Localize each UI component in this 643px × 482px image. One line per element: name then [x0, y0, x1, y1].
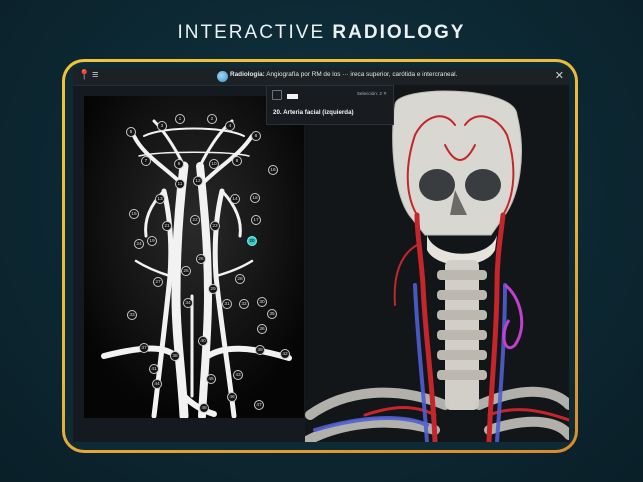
anatomy-model — [305, 85, 569, 442]
app-screen: 📍 ≡ Radiología: Angiografía por RM de lo… — [73, 68, 569, 442]
app-logo-icon — [217, 71, 228, 82]
callout-marker[interactable]: 25 — [181, 266, 191, 276]
callout-marker[interactable]: 24 — [134, 239, 144, 249]
pin-icon[interactable]: 📍 — [78, 70, 90, 81]
anatomy-3d-view[interactable] — [305, 85, 569, 442]
close-icon[interactable]: ✕ — [555, 69, 564, 82]
window-subtitle: Angiografía por RM de los ··· ireca supe… — [266, 71, 458, 78]
callout-marker[interactable]: 34 — [183, 298, 193, 308]
callout-marker[interactable]: 12 — [193, 176, 203, 186]
callout-marker[interactable]: 2 — [207, 114, 217, 124]
callout-marker[interactable]: 22 — [190, 215, 200, 225]
callout-marker[interactable]: 3 — [157, 121, 167, 131]
select-checkbox[interactable] — [272, 90, 282, 100]
callout-marker[interactable]: 44 — [152, 379, 162, 389]
callout-marker[interactable]: 43 — [233, 370, 243, 380]
callout-marker[interactable]: 13 — [155, 194, 165, 204]
callout-marker[interactable]: 28 — [235, 274, 245, 284]
callout-marker[interactable]: 9 — [174, 159, 184, 169]
callout-marker[interactable]: 45 — [206, 374, 216, 384]
callout-marker[interactable]: 23 — [210, 221, 220, 231]
callout-marker[interactable]: 42 — [280, 349, 290, 359]
callout-marker[interactable]: 48 — [199, 403, 209, 413]
callout-marker[interactable]: 10 — [209, 159, 219, 169]
callout-marker[interactable]: 15 — [129, 209, 139, 219]
callout-marker[interactable]: 8 — [232, 156, 242, 166]
selection-popup: Selección: 2 ✕ 20. Arteria facial (izqui… — [266, 85, 394, 125]
callout-marker[interactable]: 39 — [255, 345, 265, 355]
callout-marker[interactable]: 14 — [230, 194, 240, 204]
callout-marker[interactable]: 6 — [251, 131, 261, 141]
callout-marker[interactable]: 35 — [267, 309, 277, 319]
callout-marker[interactable]: 20 — [247, 236, 257, 246]
callout-marker[interactable]: 36 — [257, 324, 267, 334]
structure-name: 20. Arteria facial (izquierda) — [273, 109, 354, 116]
callout-marker[interactable]: 26 — [196, 254, 206, 264]
callout-marker[interactable]: 31 — [222, 299, 232, 309]
callout-marker[interactable]: 27 — [153, 277, 163, 287]
callout-marker[interactable]: 33 — [127, 310, 137, 320]
callout-marker[interactable]: 21 — [162, 221, 172, 231]
callout-marker[interactable]: 46 — [227, 392, 237, 402]
headline: INTERACTIVE RADIOLOGY — [0, 22, 643, 44]
callout-marker[interactable]: 47 — [254, 400, 264, 410]
headline-emphasis: RADIOLOGY — [332, 22, 466, 43]
mra-vessels — [84, 96, 304, 418]
menu-icon[interactable]: ≡ — [92, 69, 98, 81]
title-bar: 📍 ≡ Radiología: Angiografía por RM de lo… — [73, 68, 569, 86]
callout-marker[interactable]: 7 — [141, 156, 151, 166]
callout-marker[interactable]: 32 — [239, 299, 249, 309]
module-name: Radiología: — [230, 71, 265, 78]
callout-marker[interactable]: 4 — [225, 121, 235, 131]
mra-image[interactable] — [84, 96, 304, 418]
callout-marker[interactable]: 40 — [198, 336, 208, 346]
callout-marker[interactable]: 18 — [250, 193, 260, 203]
callout-marker[interactable]: 17 — [251, 215, 261, 225]
callout-marker[interactable]: 37 — [139, 343, 149, 353]
headline-prefix: INTERACTIVE — [177, 22, 326, 43]
color-swatch[interactable] — [287, 94, 298, 99]
callout-marker[interactable]: 38 — [170, 351, 180, 361]
callout-marker[interactable]: 5 — [126, 127, 136, 137]
callout-marker[interactable]: 11 — [175, 179, 185, 189]
callout-marker[interactable]: 19 — [147, 236, 157, 246]
callout-marker[interactable]: 41 — [149, 364, 159, 374]
callout-marker[interactable]: 16 — [268, 165, 278, 175]
window-title: Radiología: Angiografía por RM de los ··… — [230, 71, 457, 78]
callout-marker[interactable]: 1 — [175, 114, 185, 124]
callout-marker[interactable]: 29 — [208, 284, 218, 294]
callout-marker[interactable]: 30 — [257, 297, 267, 307]
selection-count[interactable]: Selección: 2 ✕ — [357, 91, 387, 97]
